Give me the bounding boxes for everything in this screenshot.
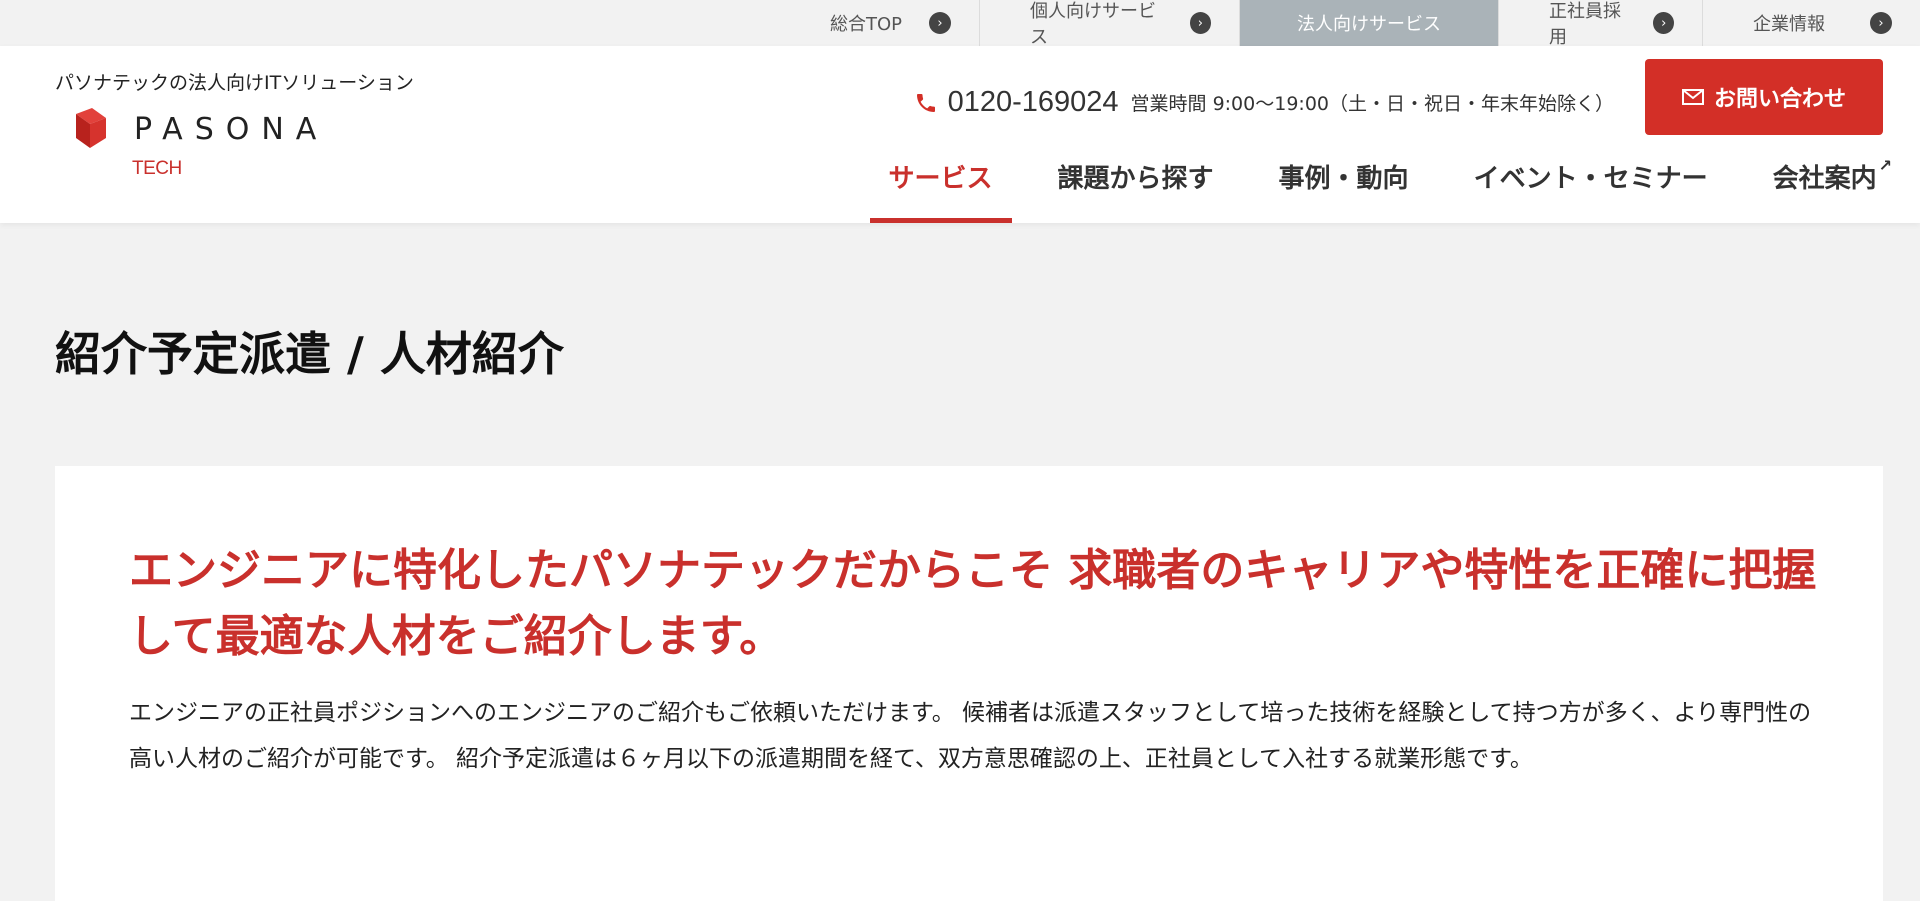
nav-item-events[interactable]: イベント・セミナー — [1455, 150, 1727, 223]
page-title: 紹介予定派遣 / 人材紹介 — [55, 327, 564, 381]
content-card: エンジニアに特化したパソナテックだからこそ 求職者のキャリアや特性を正確に把握し… — [55, 466, 1883, 901]
nav-item-company[interactable]: 会社案内 ↗ — [1754, 150, 1892, 223]
inquiry-button[interactable]: お問い合わせ — [1645, 59, 1883, 135]
site-header: パソナテックの法人向けITソリューション PASONA TECH 0120-16… — [0, 46, 1920, 223]
utility-link-label: 正社員採用 — [1549, 1, 1621, 48]
main-nav: サービス 課題から探す 事例・動向 イベント・セミナー 会社案内 ↗ — [843, 150, 1892, 223]
utility-link-corporate[interactable]: 法人向けサービス — [1239, 0, 1498, 46]
chevron-right-circle-icon: › — [929, 12, 951, 34]
inquiry-button-label: お問い合わせ — [1713, 87, 1846, 112]
utility-link-label: 企業情報 — [1753, 14, 1825, 35]
header-tagline: パソナテックの法人向けITソリューション — [55, 72, 414, 94]
external-link-icon: ↗ — [1878, 156, 1892, 175]
contact-info: 0120-169024 営業時間 9:00〜19:00（土・日・祝日・年末年始除… — [914, 86, 1614, 119]
nav-item-cases[interactable]: 事例・動向 — [1260, 150, 1428, 223]
nav-item-services[interactable]: サービス — [869, 150, 1012, 223]
nav-item-label: イベント・セミナー — [1473, 164, 1708, 194]
nav-item-issues[interactable]: 課題から探す — [1039, 150, 1233, 223]
logo-subtitle: TECH — [132, 158, 182, 179]
utility-link-top[interactable]: 総合TOP › — [780, 0, 979, 46]
site-logo[interactable]: PASONA TECH — [70, 108, 330, 188]
utility-bar: 総合TOP › 個人向けサービス › 法人向けサービス 正社員採用 › 企業情報… — [0, 0, 1920, 48]
nav-item-label: 課題から探す — [1057, 164, 1214, 194]
chevron-right-circle-icon: › — [1653, 12, 1674, 34]
utility-link-recruit[interactable]: 正社員採用 › — [1498, 0, 1702, 48]
nav-item-label: 会社案内 — [1772, 164, 1877, 194]
pasona-logo-mark-icon — [76, 108, 106, 148]
chevron-right-circle-icon: › — [1870, 12, 1892, 34]
utility-link-label: 個人向けサービス — [1030, 1, 1156, 48]
phone-icon — [916, 93, 935, 112]
phone-number[interactable]: 0120-169024 — [948, 86, 1119, 119]
nav-item-label: サービス — [888, 164, 993, 194]
nav-item-label: 事例・動向 — [1278, 164, 1409, 194]
utility-nav: 総合TOP › 個人向けサービス › 法人向けサービス 正社員採用 › 企業情報… — [780, 0, 1920, 48]
utility-link-label: 総合TOP — [830, 14, 903, 35]
utility-link-label: 法人向けサービス — [1297, 14, 1441, 35]
utility-link-company[interactable]: 企業情報 › — [1702, 0, 1920, 46]
chevron-right-circle-icon: › — [1189, 12, 1211, 34]
content-body: エンジニアの正社員ポジションへのエンジニアのご紹介もご依頼いただけます。 候補者… — [129, 700, 1812, 772]
utility-link-personal[interactable]: 個人向けサービス › — [979, 0, 1239, 48]
mail-icon — [1681, 89, 1704, 105]
content-headline: エンジニアに特化したパソナテックだからこそ 求職者のキャリアや特性を正確に把握し… — [129, 545, 1817, 662]
business-hours: 営業時間 9:00〜19:00（土・日・祝日・年末年始除く） — [1130, 93, 1614, 115]
logo-wordmark: PASONA — [134, 112, 329, 147]
